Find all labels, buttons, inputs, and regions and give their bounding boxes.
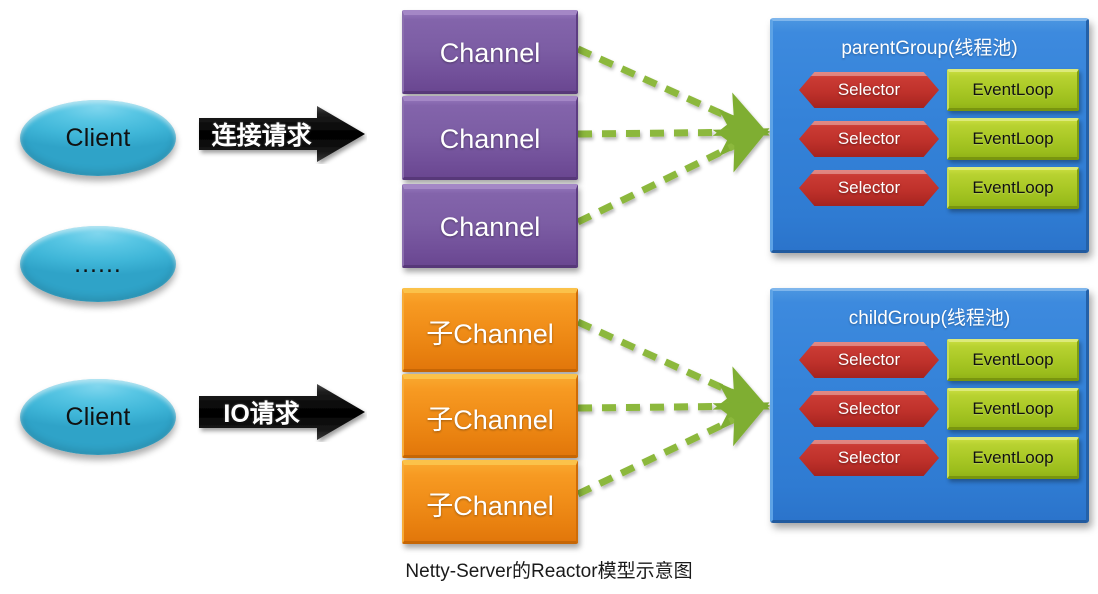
child-selector-1: Selector bbox=[799, 342, 939, 378]
child-selector-3-label: Selector bbox=[837, 448, 901, 467]
parent-group-row-3: Selector EventLoop bbox=[799, 167, 1079, 209]
parent-selector-2: Selector bbox=[799, 121, 939, 157]
chip-highlight bbox=[799, 342, 939, 346]
child-group-rows: Selector EventLoop Selector EventLoop Se… bbox=[799, 339, 1079, 479]
parent-group-row-1: Selector EventLoop bbox=[799, 69, 1079, 111]
parent-selector-2-label: Selector bbox=[837, 129, 901, 148]
child-channel-box-1: 子Channel bbox=[402, 288, 578, 372]
child-group-title: childGroup(线程池) bbox=[848, 308, 1011, 329]
parent-eventloop-1-label: EventLoop bbox=[972, 80, 1054, 99]
client-node-ellipsis-label: ...... bbox=[74, 250, 122, 278]
parent-eventloop-2-label: EventLoop bbox=[972, 129, 1054, 148]
connect-request-arrow-shape bbox=[199, 106, 365, 162]
io-request-arrow: IO请求 bbox=[197, 382, 367, 442]
child-group-row-2: Selector EventLoop bbox=[799, 388, 1079, 430]
parent-selector-1-label: Selector bbox=[837, 80, 901, 99]
channel-box-3: Channel bbox=[402, 184, 578, 268]
child-channel-box-1-label: 子Channel bbox=[426, 318, 554, 349]
reactor-diagram-canvas: Client ...... Client 连接请求 IO请求 Channel C… bbox=[0, 0, 1098, 594]
child-selector-2: Selector bbox=[799, 391, 939, 427]
child-selector-2-label: Selector bbox=[837, 399, 901, 418]
child-group-panel: childGroup(线程池) Selector EventLoop Selec… bbox=[770, 288, 1089, 523]
chip-highlight bbox=[799, 121, 939, 125]
io-request-arrow-shape bbox=[199, 384, 365, 440]
child-eventloop-2: EventLoop bbox=[947, 388, 1079, 430]
parent-selector-1: Selector bbox=[799, 72, 939, 108]
child-channel-box-3: 子Channel bbox=[402, 460, 578, 544]
parent-group-row-2: Selector EventLoop bbox=[799, 118, 1079, 160]
client-node-1: Client bbox=[20, 100, 176, 176]
child-channel-box-2: 子Channel bbox=[402, 374, 578, 458]
child-eventloop-1-label: EventLoop bbox=[972, 350, 1054, 369]
connector-line bbox=[577, 108, 771, 157]
child-eventloop-3: EventLoop bbox=[947, 437, 1079, 479]
parent-eventloop-2: EventLoop bbox=[947, 118, 1079, 160]
parent-group-rows: Selector EventLoop Selector EventLoop Se… bbox=[799, 69, 1079, 209]
client-node-1-label: Client bbox=[65, 123, 131, 152]
child-group-row-3: Selector EventLoop bbox=[799, 437, 1079, 479]
client-node-2: Client bbox=[20, 379, 176, 455]
child-eventloop-2-label: EventLoop bbox=[972, 399, 1054, 418]
chip-highlight bbox=[799, 170, 939, 174]
parent-group-title: parentGroup(线程池) bbox=[841, 38, 1018, 59]
client-node-2-label: Client bbox=[65, 402, 131, 431]
child-channel-box-2-label: 子Channel bbox=[426, 404, 554, 435]
child-group-row-1: Selector EventLoop bbox=[799, 339, 1079, 381]
parent-eventloop-3: EventLoop bbox=[947, 167, 1079, 209]
channel-box-3-label: Channel bbox=[439, 211, 541, 242]
parent-eventloop-3-label: EventLoop bbox=[972, 178, 1054, 197]
parent-selector-3: Selector bbox=[799, 170, 939, 206]
channel-box-2-label: Channel bbox=[439, 123, 541, 154]
diagram-caption: Netty-Server的Reactor模型示意图 bbox=[405, 561, 693, 582]
channel-box-2: Channel bbox=[402, 96, 578, 180]
channel-box-1: Channel bbox=[402, 10, 578, 94]
connect-request-arrow: 连接请求 bbox=[197, 104, 367, 164]
parent-selector-3-label: Selector bbox=[837, 178, 901, 197]
connector-line bbox=[577, 382, 771, 431]
parent-group-panel: parentGroup(线程池) Selector EventLoop Sele… bbox=[770, 18, 1089, 253]
connector-line bbox=[576, 128, 770, 226]
connector-line bbox=[576, 402, 770, 498]
chip-highlight bbox=[799, 72, 939, 76]
parent-eventloop-1: EventLoop bbox=[947, 69, 1079, 111]
child-selector-1-label: Selector bbox=[837, 350, 901, 369]
chip-highlight bbox=[799, 391, 939, 395]
connector-line bbox=[576, 45, 770, 136]
channel-box-1-label: Channel bbox=[439, 37, 541, 68]
client-node-ellipsis: ...... bbox=[20, 226, 176, 302]
child-channel-box-3-label: 子Channel bbox=[426, 490, 554, 521]
connector-line bbox=[576, 318, 770, 410]
child-eventloop-3-label: EventLoop bbox=[972, 448, 1054, 467]
chip-highlight bbox=[799, 440, 939, 444]
child-eventloop-1: EventLoop bbox=[947, 339, 1079, 381]
child-selector-3: Selector bbox=[799, 440, 939, 476]
